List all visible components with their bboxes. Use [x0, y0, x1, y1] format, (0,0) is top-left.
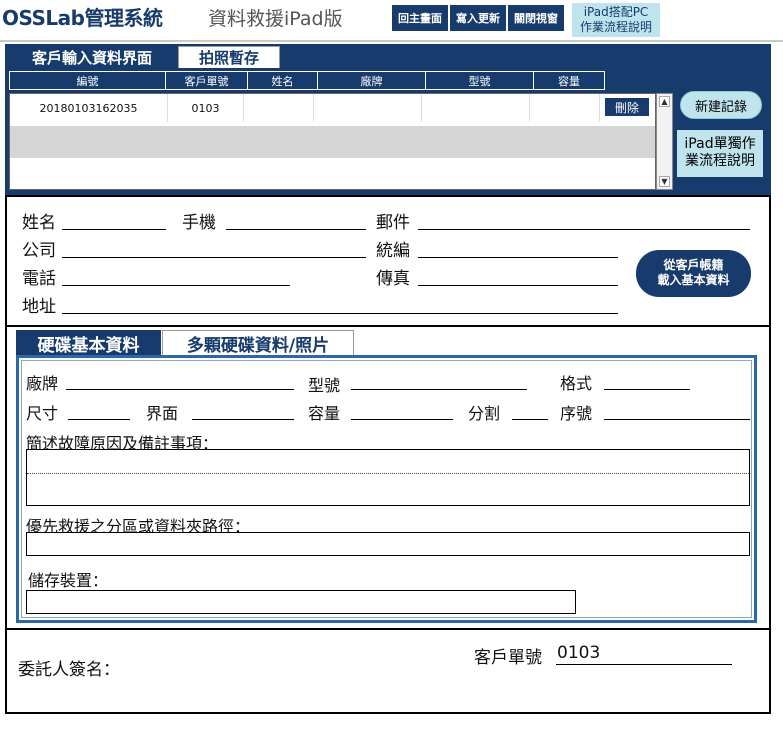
phone-field[interactable]	[62, 285, 290, 286]
tax-id-field[interactable]	[418, 257, 618, 258]
table-row[interactable]: 20180103162035 0103	[10, 94, 655, 122]
label-disk-partition: 分割	[468, 404, 501, 423]
address-field[interactable]	[62, 313, 618, 314]
disk-partition-field[interactable]	[512, 419, 548, 420]
tab-customer-input[interactable]: 客戶輸入資料界面	[7, 46, 177, 68]
app-subtitle: 資料救援iPad版	[208, 8, 343, 30]
company-field[interactable]	[62, 257, 366, 258]
mobile-field[interactable]	[226, 229, 366, 230]
disk-model-field[interactable]	[351, 389, 527, 390]
records-list: 20180103162035 0103	[9, 93, 656, 190]
fault-desc-textarea[interactable]	[26, 449, 750, 506]
help-pc-line1: iPad搭配PC	[583, 5, 649, 19]
col-name: 姓名	[248, 72, 318, 89]
cell-id: 20180103162035	[10, 94, 168, 122]
fax-field[interactable]	[418, 285, 618, 286]
table-row-empty[interactable]	[10, 126, 655, 158]
help-ipad-line2: 業流程說明	[685, 153, 755, 169]
scroll-up-icon[interactable]: ▲	[659, 96, 670, 107]
label-order-no: 客戶單號	[474, 648, 542, 668]
label-name: 姓名	[22, 213, 56, 233]
col-model: 型號	[426, 72, 534, 89]
storage-device-field[interactable]	[26, 590, 576, 614]
label-mobile: 手機	[182, 213, 216, 233]
disk-serial-field[interactable]	[604, 419, 750, 420]
load-btn-line1: 從客戶帳籍	[663, 258, 724, 272]
new-record-button[interactable]: 新建記錄	[680, 91, 762, 119]
records-table-header: 編號 客戶單號 姓名 廠牌 型號 容量	[9, 71, 605, 90]
scroll-down-icon[interactable]: ▼	[659, 176, 670, 187]
order-no-underline	[556, 664, 732, 665]
tab-multi-disk-photos[interactable]: 多顆硬碟資料/照片	[162, 330, 354, 356]
app-title: OSSLab管理系統	[2, 6, 163, 30]
label-tax-id: 統編	[376, 241, 410, 261]
label-phone: 電話	[22, 269, 56, 289]
label-fax: 傳真	[376, 269, 410, 289]
disk-size-field[interactable]	[68, 419, 130, 420]
records-scrollbar[interactable]: ▲ ▼	[656, 93, 673, 190]
save-update-button[interactable]: 寫入更新	[450, 5, 506, 31]
label-client-signature: 委託人簽名：	[18, 660, 120, 680]
col-order-no: 客戶單號	[166, 72, 248, 89]
col-brand: 廠牌	[318, 72, 426, 89]
label-storage: 儲存裝置：	[28, 571, 109, 590]
load-from-account-button[interactable]: 從客戶帳籍 載入基本資料	[636, 250, 751, 297]
label-disk-size: 尺寸	[26, 404, 59, 423]
load-btn-line2: 載入基本資料	[657, 273, 730, 287]
cell-brand	[314, 94, 422, 122]
label-disk-interface: 界面	[146, 404, 179, 423]
help-ipad-line1: iPad單獨作	[684, 136, 756, 152]
label-disk-format: 格式	[560, 374, 593, 393]
header-divider	[0, 40, 783, 42]
label-address: 地址	[22, 297, 56, 317]
help-ipad-only-button[interactable]: iPad單獨作 業流程說明	[677, 130, 763, 177]
label-disk-serial: 序號	[560, 404, 593, 423]
cell-capacity	[530, 94, 600, 122]
label-disk-brand: 廠牌	[26, 374, 59, 393]
delete-record-button[interactable]: 刪除	[604, 97, 650, 117]
col-capacity: 容量	[558, 74, 580, 88]
order-no-value: 0103	[557, 643, 601, 663]
cell-name	[244, 94, 314, 122]
col-id: 編號	[10, 72, 166, 89]
help-pc-line2: 作業流程說明	[579, 20, 652, 34]
cell-order-no: 0103	[168, 94, 244, 122]
label-email: 郵件	[376, 213, 410, 233]
close-window-button[interactable]: 關閉視窗	[508, 5, 564, 31]
tab-disk-basic[interactable]: 硬碟基本資料	[16, 330, 161, 356]
disk-brand-field[interactable]	[66, 389, 294, 390]
disk-format-field[interactable]	[604, 389, 690, 390]
label-disk-model: 型號	[308, 376, 341, 395]
cell-model	[422, 94, 530, 122]
disk-interface-field[interactable]	[192, 419, 294, 420]
home-button[interactable]: 回主畫面	[392, 5, 448, 31]
priority-path-field[interactable]	[26, 532, 750, 556]
tab-photo-temp[interactable]: 拍照暫存	[178, 46, 280, 68]
disk-capacity-field[interactable]	[351, 419, 453, 420]
help-ipad-pc-button[interactable]: iPad搭配PC 作業流程說明	[572, 3, 660, 37]
name-field[interactable]	[62, 229, 166, 230]
email-field[interactable]	[418, 229, 750, 230]
label-company: 公司	[22, 241, 56, 261]
fault-desc-ruling	[27, 473, 749, 474]
label-disk-capacity: 容量	[308, 404, 341, 423]
